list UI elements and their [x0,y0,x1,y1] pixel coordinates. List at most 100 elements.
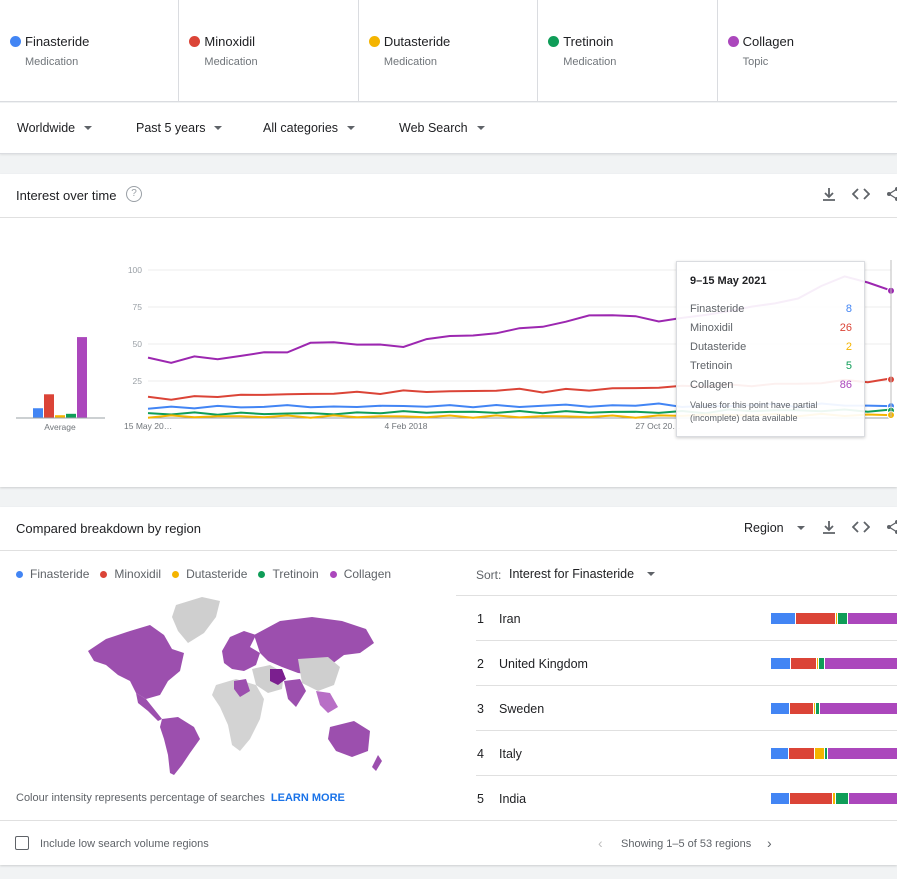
region-legend: Finasteride Minoxidil Dutasteride Tretin… [16,567,402,581]
tooltip-date: 9–15 May 2021 [690,275,767,287]
share-segment-finasteride [771,748,788,759]
x-tick-label: 15 May 20… [124,421,172,431]
sort-value: Interest for Finasteride [509,567,635,581]
term-finasteride[interactable]: Finasteride Medication [0,0,180,101]
region-rank: 5 [477,792,484,806]
legend-label: Finasteride [30,567,90,581]
next-page-icon[interactable]: › [767,835,772,851]
caret-down-icon [347,126,356,130]
region-filter[interactable]: Worldwide [17,121,93,135]
caret-down-icon [476,126,485,130]
share-segment-tretinoin [837,613,847,624]
caret-down-icon [214,126,223,130]
legend-item: Dutasteride [172,567,247,581]
legend-item: Collagen [329,567,391,581]
card-title: Compared breakdown by region [16,521,201,536]
region-rank: 3 [477,702,484,716]
tooltip-row: Collagen 86 [690,379,852,391]
region-row[interactable]: 5 India [476,776,897,821]
term-collagen[interactable]: Collagen Topic [718,0,897,101]
include-low-volume-checkbox[interactable] [15,836,29,850]
world-map[interactable] [84,595,384,785]
time-filter-label: Past 5 years [136,121,206,135]
x-tick-label: 27 Oct 20… [635,421,680,431]
map-australia[interactable] [328,721,370,757]
region-filter-label: Worldwide [17,121,76,135]
legend-item: Tretinoin [258,567,319,581]
legend-label: Minoxidil [114,567,162,581]
region-name: Sweden [499,702,545,716]
sort-bar: Sort: Interest for Finasteride [456,551,897,596]
time-filter[interactable]: Past 5 years [136,121,223,135]
region-rank: 4 [477,747,484,761]
share-segment-collagen [848,793,897,804]
download-icon[interactable] [820,519,838,537]
learn-more-link[interactable]: LEARN MORE [271,792,345,804]
average-bar-finasteride [33,408,43,418]
caret-down-icon [84,126,93,130]
intensity-note: Colour intensity represents percentage o… [16,792,265,804]
region-name: United Kingdom [499,657,588,671]
term-kind: Topic [742,56,769,68]
term-kind: Medication [383,56,438,68]
legend-item: Finasteride [16,567,89,581]
term-dutasteride[interactable]: Dutasteride Medication [359,0,539,101]
legend-dot [172,570,180,578]
map-greenland[interactable] [172,597,220,643]
x-tick-label: 4 Feb 2018 [384,421,427,431]
prev-page-icon[interactable]: ‹ [598,835,603,851]
map-north-america[interactable] [88,625,184,699]
region-row[interactable]: 1 Iran [476,596,897,641]
tooltip-row: Finasteride 8 [690,303,852,315]
tooltip-term: Tretinoin [690,360,733,372]
region-row[interactable]: 4 Italy [476,731,897,776]
caret-down-icon [796,526,805,530]
map-southeast-asia[interactable] [316,691,338,713]
category-filter-label: All categories [263,121,339,135]
average-bars [33,337,87,418]
tooltip-row: Minoxidil 26 [690,322,852,334]
region-share-bar [771,613,897,624]
sort-dropdown[interactable]: Interest for Finasteride [509,567,656,581]
term-color-dot [368,36,380,47]
term-color-dot [10,36,21,47]
region-selector[interactable]: Region [744,521,805,535]
share-icon[interactable] [884,186,897,204]
region-row[interactable]: 2 United Kingdom [476,641,897,686]
map-south-america[interactable] [160,717,200,775]
share-segment-finasteride [771,658,790,669]
embed-icon[interactable] [851,186,871,204]
tooltip-value: 86 [839,379,852,391]
map-europe[interactable] [222,631,260,671]
intensity-note-row: Colour intensity represents percentage o… [16,792,345,804]
map-new-zealand[interactable] [372,755,382,771]
region-share-bar [771,748,897,759]
share-segment-finasteride [771,793,789,804]
term-tretinoin[interactable]: Tretinoin Medication [538,0,718,101]
map-china[interactable] [298,657,340,691]
share-segment-dutasteride [814,748,824,759]
embed-icon[interactable] [851,519,871,537]
category-filter[interactable]: All categories [263,121,356,135]
share-icon[interactable] [884,519,897,537]
term-color-dot [727,36,739,47]
average-bar-minoxidil [44,394,54,418]
help-icon[interactable]: ? [126,186,142,202]
region-name: India [499,792,527,806]
region-share-bar [771,703,897,714]
term-minoxidil[interactable]: Minoxidil Medication [179,0,359,101]
tooltip-note: Values for this point have partial (inco… [690,400,818,423]
legend-dot [329,570,337,578]
region-row[interactable]: 3 Sweden [476,686,897,731]
term-color-dot [189,36,201,47]
y-tick-label: 25 [133,376,143,386]
search-type-filter[interactable]: Web Search [399,121,485,135]
region-rank: 2 [477,657,484,671]
tooltip: 9–15 May 2021 Finasteride 8 Minoxidil 26 D… [676,261,865,437]
download-icon[interactable] [820,186,838,204]
term-kind: Medication [25,56,79,68]
tooltip-value: 2 [845,341,852,353]
interest-over-time-card: Interest over time ? Average 100 75 50 25 15… [0,174,897,487]
filter-bar: Worldwide Past 5 years All categories We… [0,103,897,154]
term-name: Tretinoin [563,34,614,49]
